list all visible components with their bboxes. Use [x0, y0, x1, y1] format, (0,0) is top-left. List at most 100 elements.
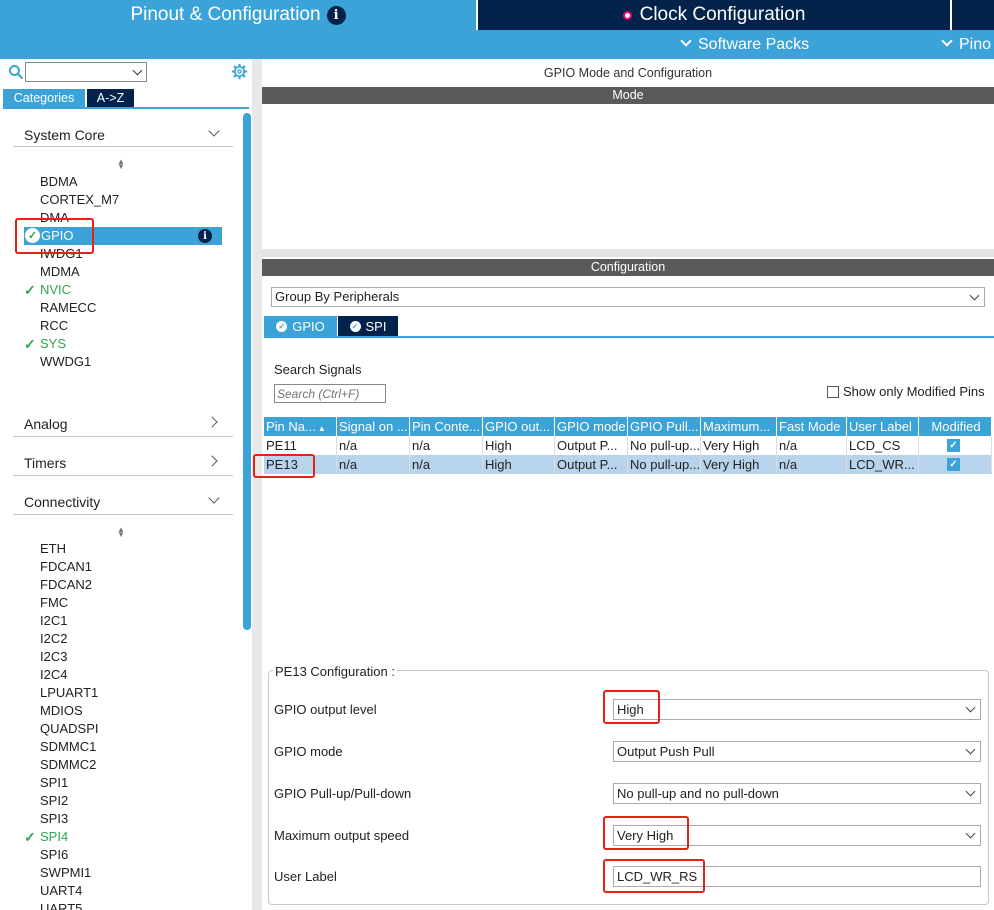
table-cell: n/a — [337, 455, 410, 474]
gear-icon[interactable] — [231, 63, 248, 80]
table-cell: Very High — [701, 455, 777, 474]
categories-button[interactable]: Categories — [3, 89, 85, 107]
tab-gpio[interactable]: ✓ GPIO — [264, 316, 337, 336]
check-icon: ✓ — [24, 282, 36, 298]
sidebar-item-eth[interactable]: ETH — [40, 540, 66, 558]
table-cell: n/a — [410, 436, 483, 455]
info-icon[interactable]: i — [198, 229, 212, 243]
sidebar-item-rcc[interactable]: RCC — [40, 317, 68, 335]
sidebar-item-wwdg1[interactable]: WWDG1 — [40, 353, 91, 371]
sidebar-item-spi1[interactable]: SPI1 — [40, 774, 68, 792]
sidebar-item-uart4[interactable]: UART4 — [40, 882, 82, 900]
sidebar-item-mdma[interactable]: MDMA — [40, 263, 80, 281]
category-search-select[interactable] — [25, 62, 147, 82]
check-icon: ✓ — [24, 829, 36, 845]
sidebar-item-sys[interactable]: SYS — [40, 335, 66, 353]
sidebar-item-ramecc[interactable]: RAMECC — [40, 299, 96, 317]
tab-pinout-label: Pinout & Configuration — [130, 4, 321, 25]
sidebar-item-lpuart1[interactable]: LPUART1 — [40, 684, 98, 702]
sidebar-item-spi6[interactable]: SPI6 — [40, 846, 68, 864]
splitter[interactable] — [262, 249, 994, 257]
sidebar-item-swpmi1[interactable]: SWPMI1 — [40, 864, 91, 882]
group-by-select[interactable]: Group By Peripherals — [271, 287, 985, 307]
tab-pinout-configuration[interactable]: Pinout & Configuration i — [0, 0, 476, 30]
tab-spi-label: SPI — [365, 318, 387, 334]
sidebar-item-fdcan2[interactable]: FDCAN2 — [40, 576, 92, 594]
pull-select[interactable]: No pull-up and no pull-down — [613, 783, 981, 804]
highlight-box — [603, 690, 660, 724]
modified-checkbox[interactable]: ✓ — [947, 439, 960, 452]
column-header[interactable]: Fast Mode — [777, 417, 847, 436]
section-timers[interactable]: Timers — [24, 455, 66, 471]
table-row[interactable]: PE11 n/a n/a High Output P... No pull-up… — [264, 436, 992, 455]
modified-checkbox[interactable]: ✓ — [947, 458, 960, 471]
show-modified-label: Show only Modified Pins — [843, 384, 985, 399]
column-header[interactable]: User Label — [847, 417, 919, 436]
sidebar-item-quadspi[interactable]: QUADSPI — [40, 720, 99, 738]
pinout-menu[interactable]: Pino — [941, 35, 992, 54]
output-level-select[interactable]: High — [613, 699, 981, 720]
sidebar-item-i2c1[interactable]: I2C1 — [40, 612, 67, 630]
highlight-box — [15, 218, 94, 254]
check-icon: ✓ — [24, 336, 36, 352]
checkbox-box[interactable] — [827, 385, 839, 398]
user-label-label: User Label — [274, 869, 337, 884]
divider — [13, 436, 233, 437]
sidebar-item-spi3[interactable]: SPI3 — [40, 810, 68, 828]
column-header-label: Pin Na... — [266, 419, 316, 434]
column-header[interactable]: Maximum... — [701, 417, 777, 436]
sidebar-item-nvic[interactable]: NVIC — [40, 281, 71, 299]
chevron-down-icon — [965, 786, 976, 797]
configuration-section-header: Configuration — [262, 259, 994, 276]
sidebar-item-i2c4[interactable]: I2C4 — [40, 666, 67, 684]
tab-overflow[interactable] — [952, 0, 994, 30]
tab-clock-configuration[interactable]: Clock Configuration — [478, 0, 950, 30]
table-cell: LCD_WR... — [847, 455, 919, 474]
output-level-label: GPIO output level — [274, 702, 377, 717]
table-cell: ✓ — [919, 455, 992, 474]
sort-icon[interactable]: ▲ ▼ — [117, 158, 125, 171]
search-icon[interactable] — [8, 64, 24, 80]
sidebar-item-fdcan1[interactable]: FDCAN1 — [40, 558, 92, 576]
sidebar-item-i2c3[interactable]: I2C3 — [40, 648, 67, 666]
column-header[interactable]: Pin Na... ▲ — [264, 417, 337, 436]
column-header[interactable]: Pin Conte... — [410, 417, 483, 436]
sidebar-item-i2c2[interactable]: I2C2 — [40, 630, 67, 648]
mode-section-header: Mode — [262, 87, 994, 104]
pinout-menu-label: Pino — [959, 36, 992, 53]
left-scrollbar[interactable] — [243, 113, 251, 630]
sidebar-item-fmc[interactable]: FMC — [40, 594, 68, 612]
sidebar-item-spi4[interactable]: SPI4 — [40, 828, 68, 846]
sidebar-item-mdios[interactable]: MDIOS — [40, 702, 83, 720]
column-header[interactable]: GPIO mode — [555, 417, 628, 436]
search-signals-label: Search Signals — [274, 362, 362, 377]
sidebar-item-bdma[interactable]: BDMA — [40, 173, 78, 191]
section-connectivity[interactable]: Connectivity — [24, 494, 100, 510]
sort-icon[interactable]: ▲ ▼ — [117, 526, 125, 539]
sidebar-item-cortex-m7[interactable]: CORTEX_M7 — [40, 191, 119, 209]
column-header[interactable]: GPIO out... — [483, 417, 555, 436]
tab-spi[interactable]: ✓ SPI — [338, 316, 398, 336]
section-analog[interactable]: Analog — [24, 416, 68, 432]
sidebar-item-sdmmc2[interactable]: SDMMC2 — [40, 756, 96, 774]
table-row[interactable]: PE13 n/a n/a High Output P... No pull-up… — [264, 455, 992, 474]
sidebar-item-uart5[interactable]: UART5 — [40, 900, 82, 910]
panel-divider[interactable] — [252, 59, 262, 910]
show-modified-checkbox[interactable]: Show only Modified Pins — [827, 384, 985, 399]
table-cell: Output P... — [555, 455, 628, 474]
sidebar-item-sdmmc1[interactable]: SDMMC1 — [40, 738, 96, 756]
column-header[interactable]: Modified — [919, 417, 992, 436]
gpio-mode-select[interactable]: Output Push Pull — [613, 741, 981, 762]
column-header[interactable]: GPIO Pull... — [628, 417, 701, 436]
gpio-mode-label: GPIO mode — [274, 744, 343, 759]
sidebar-item-spi2[interactable]: SPI2 — [40, 792, 68, 810]
section-system-core[interactable]: System Core — [24, 127, 105, 143]
divider — [13, 146, 233, 147]
column-header[interactable]: Signal on ... — [337, 417, 410, 436]
table-cell: Output P... — [555, 436, 628, 455]
search-signals-input[interactable] — [274, 384, 386, 403]
table-cell: n/a — [777, 436, 847, 455]
chevron-down-icon — [132, 65, 143, 76]
a-to-z-button[interactable]: A->Z — [87, 89, 134, 107]
software-packs-menu[interactable]: Software Packs — [680, 35, 809, 54]
